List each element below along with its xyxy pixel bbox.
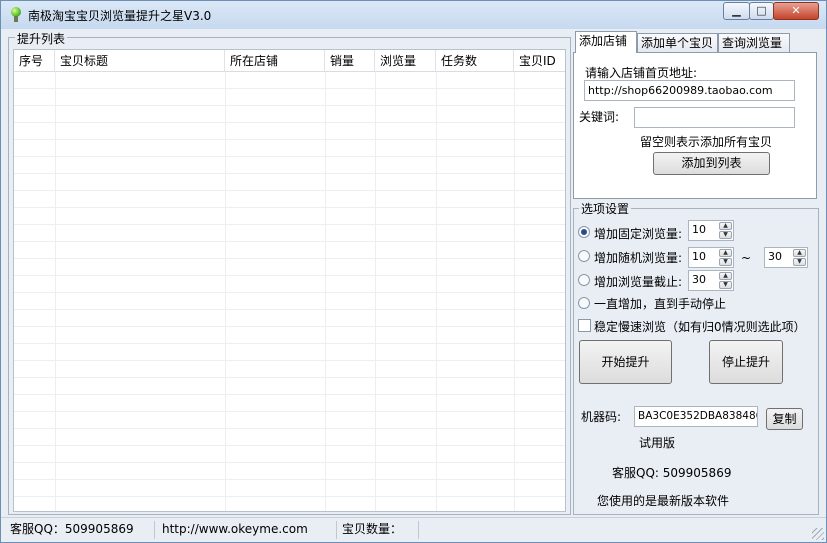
add-shop-panel: 请输入店铺首页地址: http://shop66200989.taobao.co…: [573, 52, 817, 199]
title-bar[interactable]: 南极淘宝宝贝浏览量提升之星V3.0 ▁ □ ✕: [1, 1, 826, 29]
options-group-caption: 选项设置: [579, 200, 632, 217]
tab-add-shop[interactable]: 添加店铺: [575, 31, 637, 53]
stop-button[interactable]: 停止提升: [709, 340, 783, 384]
promotion-list[interactable]: 序号 宝贝标题 所在店铺 销量 浏览量 任务数 宝贝ID: [13, 49, 566, 512]
views-until-spinner[interactable]: 30 ▲ ▼: [688, 270, 734, 291]
forever-radio[interactable]: [578, 297, 590, 309]
list-body[interactable]: [14, 72, 565, 511]
random-min-value: 10: [692, 250, 706, 263]
copy-button[interactable]: 复制: [766, 408, 803, 430]
maximize-button[interactable]: □: [749, 2, 774, 20]
start-button[interactable]: 开始提升: [579, 340, 672, 384]
keyword-label: 关键词:: [579, 110, 620, 124]
forever-label[interactable]: 一直增加，直到手动停止: [594, 295, 726, 312]
column-header-tasks[interactable]: 任务数: [436, 50, 514, 72]
close-button[interactable]: ✕: [773, 2, 819, 20]
column-header-index[interactable]: 序号: [14, 50, 55, 72]
keyword-input[interactable]: [634, 107, 795, 128]
views-until-label[interactable]: 增加浏览量截止:: [594, 273, 682, 290]
window-title: 南极淘宝宝贝浏览量提升之星V3.0: [28, 9, 212, 23]
column-divider: [375, 72, 376, 511]
status-qq: 客服QQ：509905869: [7, 521, 155, 539]
spin-down-icon[interactable]: ▼: [719, 258, 732, 266]
status-website: http://www.okeyme.com: [159, 521, 337, 539]
random-min-spinner[interactable]: 10 ▲ ▼: [688, 247, 734, 268]
random-max-value: 30: [768, 250, 782, 263]
fixed-views-radio[interactable]: [578, 226, 590, 238]
slow-browse-checkbox[interactable]: [578, 319, 591, 332]
column-divider: [514, 72, 515, 511]
status-item-count: 宝贝数量：: [339, 521, 419, 539]
status-bar: 客服QQ：509905869 http://www.okeyme.com 宝贝数…: [1, 517, 826, 542]
views-until-radio[interactable]: [578, 274, 590, 286]
column-divider: [325, 72, 326, 511]
spin-up-icon[interactable]: ▲: [793, 249, 806, 257]
column-header-item-id[interactable]: 宝贝ID: [514, 50, 565, 72]
keyword-hint: 留空则表示添加所有宝贝: [640, 135, 773, 149]
minimize-button[interactable]: ▁: [723, 2, 750, 20]
column-header-title[interactable]: 宝贝标题: [55, 50, 225, 72]
spin-down-icon[interactable]: ▼: [719, 281, 732, 289]
column-divider: [55, 72, 56, 511]
shop-url-label: 请输入店铺首页地址:: [585, 66, 698, 80]
machine-code-label: 机器码:: [581, 410, 622, 424]
list-group-caption: 提升列表: [15, 30, 68, 47]
column-header-sales[interactable]: 销量: [325, 50, 375, 72]
column-divider: [436, 72, 437, 511]
random-max-spinner[interactable]: 30 ▲ ▼: [764, 247, 808, 268]
slow-browse-label[interactable]: 稳定慢速浏览（如有归0情况则选此项）: [594, 318, 806, 335]
spin-down-icon[interactable]: ▼: [719, 231, 732, 239]
shop-url-input[interactable]: http://shop66200989.taobao.com: [584, 80, 795, 101]
tab-query-views[interactable]: 查询浏览量: [718, 33, 790, 53]
lightbulb-icon: [10, 7, 22, 23]
random-views-radio[interactable]: [578, 250, 590, 262]
spin-down-icon[interactable]: ▼: [793, 258, 806, 266]
fixed-views-label[interactable]: 增加固定浏览量:: [594, 225, 682, 242]
spin-up-icon[interactable]: ▲: [719, 272, 732, 280]
range-tilde: ~: [741, 251, 752, 265]
main-window: 南极淘宝宝贝浏览量提升之星V3.0 ▁ □ ✕ 提升列表 序号 宝贝标题 所在店…: [0, 0, 827, 543]
fixed-views-value: 10: [692, 223, 706, 236]
machine-code-field[interactable]: BA3C0E352DBA8384868: [634, 406, 758, 427]
resize-grip-icon[interactable]: [812, 528, 824, 540]
random-views-label[interactable]: 增加随机浏览量:: [594, 249, 682, 266]
column-divider: [225, 72, 226, 511]
fixed-views-spinner[interactable]: 10 ▲ ▼: [688, 220, 734, 241]
views-until-value: 30: [692, 273, 706, 286]
spin-up-icon[interactable]: ▲: [719, 222, 732, 230]
list-header: 序号 宝贝标题 所在店铺 销量 浏览量 任务数 宝贝ID: [14, 50, 565, 72]
column-header-shop[interactable]: 所在店铺: [225, 50, 325, 72]
service-qq-label: 客服QQ: 509905869: [612, 466, 732, 480]
close-icon: ✕: [791, 4, 801, 17]
trial-label: 试用版: [639, 436, 676, 450]
add-to-list-button[interactable]: 添加到列表: [653, 152, 770, 175]
version-message: 您使用的是最新版本软件: [597, 494, 730, 508]
tab-add-single-item[interactable]: 添加单个宝贝: [637, 33, 718, 53]
maximize-icon: □: [756, 4, 767, 17]
column-header-views[interactable]: 浏览量: [375, 50, 436, 72]
minimize-icon: ▁: [732, 4, 741, 17]
spin-up-icon[interactable]: ▲: [719, 249, 732, 257]
